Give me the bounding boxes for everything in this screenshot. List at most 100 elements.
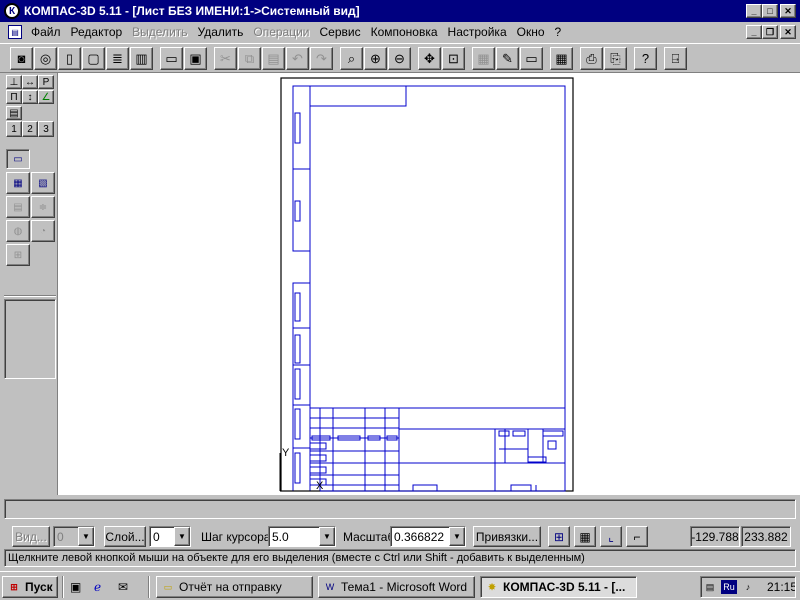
cut-icon[interactable]: ✂ [214,47,237,70]
tab-1[interactable]: 1 [6,121,22,137]
calculator-icon[interactable]: ▦ [550,47,573,70]
scale-select[interactable]: 0.366822 ▼ [390,526,466,547]
exit-door-icon[interactable]: ⍈ [664,47,687,70]
snaps-button[interactable]: Привязки... [473,526,541,547]
tray-app-icon[interactable]: ▤ [703,580,717,594]
menu-operations[interactable]: Операции [248,25,314,39]
arrow-tool-icon[interactable]: ↕ [22,90,38,104]
parallel-icon[interactable]: П [6,90,22,104]
save-icon[interactable]: ▣ [184,47,207,70]
taskbar-item-label: Тема1 - Microsoft Word [341,580,468,594]
pan-icon[interactable]: ✥ [418,47,441,70]
menu-layout[interactable]: Компоновка [366,25,443,39]
window-title: КОМПАС-3D 5.11 - [Лист БЕЗ ИМЕНИ:1->Сист… [24,4,360,18]
p-tool-icon[interactable]: P [38,75,54,89]
measure-icon[interactable]: ↔ [22,75,38,89]
menu-window[interactable]: Окно [512,25,550,39]
windows-logo-icon: ⊞ [10,581,18,592]
menu-select[interactable]: Выделить [127,25,192,39]
edit-pen-icon[interactable]: ✎ [496,47,519,70]
paste-icon[interactable]: ▤ [262,47,285,70]
select-circle-icon[interactable]: ◍ [6,220,30,242]
grid-icon[interactable]: ▦ [574,526,596,547]
drawing-canvas[interactable]: Y X [57,73,800,495]
camera-settings-icon[interactable]: ◎ [34,47,57,70]
taskbar-divider [148,576,150,598]
menu-delete[interactable]: Удалить [193,25,249,39]
main-toolbar: ◙ ◎ ▯ ▢ ≣ ▥ ▭ ▣ ✂ ⧉ ▤ ↶ ↷ ⌕ ⊕ ⊖ ✥ ⊡ ▦ ✎ … [0,43,800,73]
camera-icon[interactable]: ◙ [10,47,33,70]
select-group-icon[interactable]: ⊞ [6,244,30,266]
document-icon[interactable]: ▤ [8,25,22,39]
local-cs-icon[interactable]: ⌞ [600,526,622,547]
folder-icon: ▭ [163,581,173,592]
ortho-mode-icon[interactable]: ⌐ [626,526,648,547]
layer-select[interactable]: 0 ▼ [149,526,191,547]
chevron-down-icon[interactable]: ▼ [449,527,465,546]
select-tool-icon[interactable]: ▭ [6,149,30,169]
panel-empty-area [4,299,56,379]
menu-editor[interactable]: Редактор [66,25,128,39]
maximize-button[interactable]: □ [762,4,778,18]
new-specification-icon[interactable]: ▥ [130,47,153,70]
zoom-out-icon[interactable]: ⊖ [388,47,411,70]
redo-icon[interactable]: ↷ [310,47,333,70]
doc-close-button[interactable]: ✕ [780,25,796,39]
select-type-icon[interactable]: ≑ [31,196,55,218]
tab-3[interactable]: 3 [38,121,54,137]
cursor-step-select[interactable]: 5.0 ▼ [268,526,336,547]
menu-file[interactable]: Файл [26,25,66,39]
kompas-logo-icon[interactable]: К [4,3,20,19]
angle-tool-icon[interactable]: ∠ [38,90,54,104]
chevron-down-icon[interactable]: ▼ [174,527,190,546]
drawing-sheet[interactable]: Y X [58,73,800,495]
print-preview-icon[interactable]: ⎙ [580,47,603,70]
new-text-document-icon[interactable]: ≣ [106,47,129,70]
taskbar-item-word[interactable]: W Тема1 - Microsoft Word [318,576,475,598]
select-curve-icon[interactable]: ◔ [31,220,55,242]
print-icon[interactable]: ⎘ [604,47,627,70]
outlook-icon[interactable]: ✉ [118,576,138,598]
layer-button[interactable]: Слой... [104,526,146,547]
title-bar[interactable]: К КОМПАС-3D 5.11 - [Лист БЕЗ ИМЕНИ:1->Си… [0,0,800,22]
new-document-icon[interactable]: ▢ [82,47,105,70]
dimension-icon[interactable]: ⊥ [6,75,22,89]
status-panel-empty [4,499,796,519]
start-button[interactable]: ⊞ Пуск [2,576,58,598]
select-layer-icon[interactable]: ▤ [6,196,30,218]
tool-panel: ⊥ ↔ P П ↕ ∠ ▤ 1 2 3 ▭ ▦ ▧ ▤ ≑ ◍ ◔ ⊞ [0,73,57,493]
snap-grid-icon[interactable]: ⊞ [548,526,570,547]
menu-settings[interactable]: Настройка [443,25,512,39]
menu-help[interactable]: ? [550,25,567,39]
select-window-icon[interactable]: ▦ [6,172,30,194]
tray-speaker-icon[interactable]: ♪ [741,580,755,594]
internet-explorer-icon[interactable]: ℯ [94,576,114,598]
copy-icon[interactable]: ⧉ [238,47,261,70]
taskbar-item-kompas[interactable]: ✸ КОМПАС-3D 5.11 - [... [480,576,637,598]
zoom-fit-icon[interactable]: ⊡ [442,47,465,70]
view-select[interactable]: 0 ▼ [53,526,95,547]
tab-2[interactable]: 2 [22,121,38,137]
menu-service[interactable]: Сервис [315,25,366,39]
minimize-button[interactable]: _ [746,4,762,18]
window-icon[interactable]: ▭ [520,47,543,70]
close-button[interactable]: ✕ [780,4,796,18]
open-folder-icon[interactable]: ▭ [160,47,183,70]
view-tool-icon[interactable]: ▤ [6,106,22,120]
chevron-down-icon[interactable]: ▼ [319,527,335,546]
zoom-icon[interactable]: ⌕ [340,47,363,70]
chevron-down-icon[interactable]: ▼ [78,527,94,546]
clock[interactable]: 21:15 [767,580,795,594]
undo-icon[interactable]: ↶ [286,47,309,70]
select-cross-icon[interactable]: ▧ [31,172,55,194]
layers-icon[interactable]: ▦ [472,47,495,70]
language-indicator[interactable]: Ru [721,580,737,594]
new-sheet-icon[interactable]: ▯ [58,47,81,70]
doc-restore-button[interactable]: ❐ [762,25,778,39]
doc-minimize-button[interactable]: _ [746,25,762,39]
zoom-in-icon[interactable]: ⊕ [364,47,387,70]
taskbar-item-folder[interactable]: ▭ Отчёт на отправку [156,576,313,598]
context-help-icon[interactable]: ? [634,47,657,70]
show-desktop-icon[interactable]: ▣ [70,576,90,598]
view-button[interactable]: Вид... [12,526,50,547]
